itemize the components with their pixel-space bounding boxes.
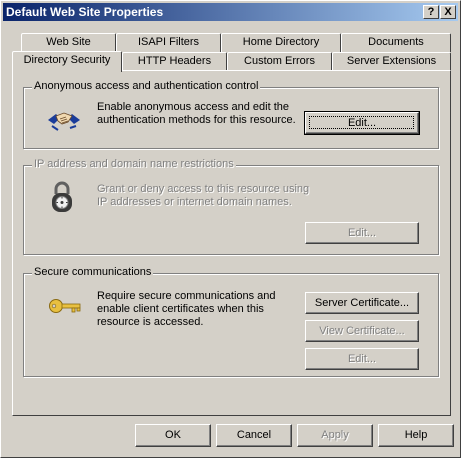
anonymous-access-group: Anonymous access and authentication cont… [23,80,439,149]
ok-label: OK [165,429,181,441]
ip-edit-button[interactable]: Edit... [305,222,419,244]
help-button[interactable]: Help [378,424,454,447]
ip-restrictions-description: Grant or deny access to this resource us… [97,183,309,209]
ip-restrictions-title: IP address and domain name restrictions [32,158,236,170]
close-button[interactable]: X [440,5,456,19]
tab-directory-security[interactable]: Directory Security [12,51,122,72]
anonymous-description: Enable anonymous access and edit the aut… [97,101,296,127]
cancel-label: Cancel [236,429,272,441]
secure-communications-group: Secure communications Require secure com… [23,266,439,377]
tab-server-extensions[interactable]: Server Extensions [332,52,451,71]
help-icon: ? [427,6,435,18]
server-certificate-label: Server Certificate... [314,297,410,309]
ip-desc-line2: IP addresses or internet domain names. [97,196,292,208]
focus-rect [309,116,414,129]
ip-restrictions-group: IP address and domain name restrictions … [23,158,439,255]
server-certificate-button[interactable]: Server Certificate... [305,292,419,314]
close-icon: X [444,6,452,18]
anonymous-access-title: Anonymous access and authentication cont… [32,80,261,92]
cancel-button[interactable]: Cancel [216,424,292,447]
tab-http-headers[interactable]: HTTP Headers [122,52,227,71]
anonymous-edit-button[interactable]: Edit... [304,111,420,135]
secure-communications-title: Secure communications [32,266,154,278]
padlock-icon [50,180,74,214]
tab-custom-errors[interactable]: Custom Errors [227,52,332,71]
tab-web-site[interactable]: Web Site [21,33,116,52]
view-certificate-button[interactable]: View Certificate... [305,320,419,342]
window-title: Default Web Site Properties [6,5,164,19]
secure-edit-button[interactable]: Edit... [305,348,419,370]
ip-desc-line1: Grant or deny access to this resource us… [97,183,310,195]
ok-button[interactable]: OK [135,424,211,447]
view-certificate-label: View Certificate... [319,325,405,337]
anonymous-desc-line1: Enable anonymous access and edit the [97,101,290,113]
secure-desc-line1: Require secure communications and [97,290,276,302]
secure-description: Require secure communications and enable… [97,290,276,329]
tab-isapi-filters[interactable]: ISAPI Filters [116,33,221,52]
tab-home-directory[interactable]: Home Directory [221,33,341,52]
title-bar[interactable]: Default Web Site Properties ? X [3,3,458,21]
help-title-button[interactable]: ? [423,5,439,19]
ip-edit-label: Edit... [347,227,377,239]
apply-button[interactable]: Apply [297,424,373,447]
secure-desc-line3: resource is accessed. [97,316,204,328]
tab-documents[interactable]: Documents [341,33,451,52]
properties-dialog: Default Web Site Properties ? X Web Site… [0,0,461,458]
secure-desc-line2: enable client certificates when this [97,303,264,315]
handshake-icon [46,106,82,134]
anonymous-desc-line2: authentication methods for this resource… [97,114,296,126]
help-label: Help [404,429,428,441]
apply-label: Apply [321,429,349,441]
secure-edit-label: Edit... [347,353,377,365]
key-icon [48,298,82,314]
